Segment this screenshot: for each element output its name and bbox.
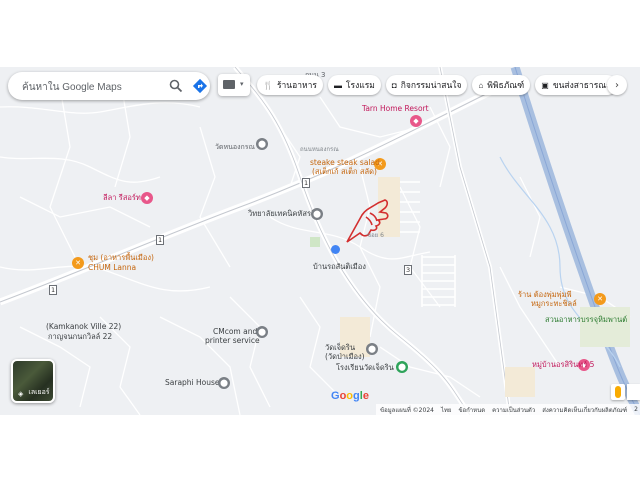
route-shield: 1 — [156, 235, 165, 245]
place-label-wat-rong[interactable]: วัดเจ็ดริน — [325, 344, 355, 352]
scale-label: 2 — [634, 406, 638, 413]
google-logo: Google — [331, 390, 369, 402]
keyboard-icon — [223, 80, 235, 89]
pegman-icon[interactable] — [611, 384, 625, 400]
transit-pin-icon[interactable] — [331, 245, 340, 254]
expand-icon[interactable] — [627, 384, 640, 400]
chip-label: พิพิธภัณฑ์ — [487, 80, 525, 90]
place-label-cmcom-2[interactable]: printer service — [205, 337, 260, 345]
category-chips: 🍴 ร้านอาหาร ▬ โรงแรม ◘ กิจกรรมน่าสนใจ ⌂ พิพิ… — [257, 75, 617, 97]
place-label-dongpong-2[interactable]: หมูกระทะชิลล์ — [531, 300, 577, 308]
place-label-mooban[interactable]: หมู่บ้านอรสิรินทร์ 5 — [532, 361, 594, 369]
place-label-tarn-home[interactable]: Tarn Home Resort — [362, 105, 429, 113]
restaurant-pin-icon[interactable]: ✕ — [72, 257, 84, 269]
chip-label: ร้านอาหาร — [276, 80, 317, 90]
terms-link[interactable]: ข้อกำหนด — [458, 405, 485, 415]
school-pin-icon[interactable]: ⬤ — [311, 208, 323, 220]
shop-pin-icon[interactable]: ⬤ — [256, 326, 268, 338]
hotel-pin-icon[interactable]: ◆ — [410, 115, 422, 127]
place-label-cmcom[interactable]: CMcom and — [213, 328, 257, 336]
road-label: ซอย 6 — [367, 232, 384, 239]
place-label-wat-rong-2[interactable]: (วัดป่าเมือง) — [325, 353, 365, 361]
bed-icon: ▬ — [333, 80, 342, 90]
home-pin-icon[interactable]: ⬤ — [218, 377, 230, 389]
directions-icon[interactable] — [192, 78, 208, 94]
temple-pin-icon[interactable]: ⬤ — [366, 343, 378, 355]
chip-transit[interactable]: ▣ ขนส่งสาธารณะ — [535, 75, 617, 95]
chevron-down-icon: ▾ — [240, 80, 244, 88]
temple-pin-icon[interactable]: ⬤ — [256, 138, 268, 150]
route-shield: 1 — [302, 178, 311, 188]
school-pin-icon[interactable]: ⬤ — [396, 361, 408, 373]
chip-things-to-do[interactable]: ◘ กิจกรรมน่าสนใจ — [385, 75, 468, 95]
map-canvas[interactable]: ถนน 3 ◆ Tarn Home Resort ⬤ วัดหนองกรณ ถน… — [0, 67, 640, 415]
road-label: ถนนหนองกรณ — [300, 146, 339, 153]
route-shield: 3 — [404, 265, 413, 275]
fork-knife-icon: 🍴 — [263, 80, 273, 90]
place-label-ban-san[interactable]: บ้านรถสันติเมือง — [313, 263, 366, 271]
map-data-credit: ข้อมูลแผนที่ ©2024 — [380, 406, 434, 414]
place-label-lila[interactable]: ลีลา รีสอร์ท — [103, 194, 141, 202]
place-label-wat-nong[interactable]: วัดหนองกรณ — [215, 144, 255, 151]
layers-label: เลเยอร์ — [28, 388, 50, 396]
chevron-right-icon[interactable]: › — [607, 75, 627, 95]
privacy-link[interactable]: ความเป็นส่วนตัว — [492, 405, 535, 415]
place-label-saraphi[interactable]: Saraphi House — [165, 379, 220, 387]
chip-label: กิจกรรมน่าสนใจ — [400, 80, 462, 90]
search-input[interactable] — [20, 78, 164, 96]
restaurant-pin-icon[interactable]: ✕ — [594, 293, 606, 305]
page: ถนน 3 ◆ Tarn Home Resort ⬤ วัดหนองกรณ ถน… — [0, 0, 640, 480]
layers-button[interactable]: ◈ เลเยอร์ — [11, 359, 55, 403]
place-label-school[interactable]: โรงเรียนวัดเจ็ดริน — [336, 364, 394, 372]
feedback-link[interactable]: ส่งความคิดเห็นเกี่ยวกับผลิตภัณฑ์ — [542, 405, 627, 415]
chip-label: โรงแรม — [345, 80, 375, 90]
place-label-kamkanok[interactable]: (Kamkanok Ville 22) — [46, 323, 121, 331]
chip-restaurants[interactable]: 🍴 ร้านอาหาร — [257, 75, 323, 95]
place-label-chum-lanna[interactable]: CHUM Lanna — [88, 264, 136, 272]
place-label-kamkanok-thai[interactable]: กาญจนกนกวิลล์ 22 — [48, 333, 112, 341]
place-label-suan-aharn[interactable]: สวนอาหารบรรจุหิมพานต์ — [545, 316, 627, 324]
chip-label: ขนส่งสาธารณะ — [552, 80, 611, 90]
search-box[interactable] — [8, 72, 210, 100]
place-label-chum-thai[interactable]: ชุม (อาหารพื้นเมือง) — [88, 254, 154, 262]
map-footer: ข้อมูลแผนที่ ©2024 ไทย ข้อกำหนด ความเป็น… — [376, 404, 640, 415]
chip-museums[interactable]: ⌂ พิพิธภัณฑ์ — [472, 75, 531, 95]
place-label-wittaya[interactable]: วิทยาลัยเทคนิคหัสรถี — [248, 210, 316, 218]
search-icon[interactable] — [169, 79, 183, 93]
bus-icon: ▣ — [541, 80, 549, 90]
map-type-dropdown[interactable]: ▾ — [218, 74, 250, 96]
chip-hotels[interactable]: ▬ โรงแรม — [327, 75, 381, 95]
place-label-steak-thai[interactable]: (สเต็กเก้ สเต็ก สลัด) — [312, 168, 377, 176]
language-link[interactable]: ไทย — [441, 405, 452, 415]
hotel-pin-icon[interactable]: ◆ — [141, 192, 153, 204]
museum-icon: ⌂ — [478, 80, 484, 90]
camera-icon: ◘ — [391, 80, 397, 90]
place-label-dongpong[interactable]: ร้าน ต้องพุ่มพุ่มพี — [518, 291, 572, 299]
route-shield: 1 — [49, 285, 58, 295]
place-label-steak[interactable]: steake steak salad — [310, 159, 380, 167]
